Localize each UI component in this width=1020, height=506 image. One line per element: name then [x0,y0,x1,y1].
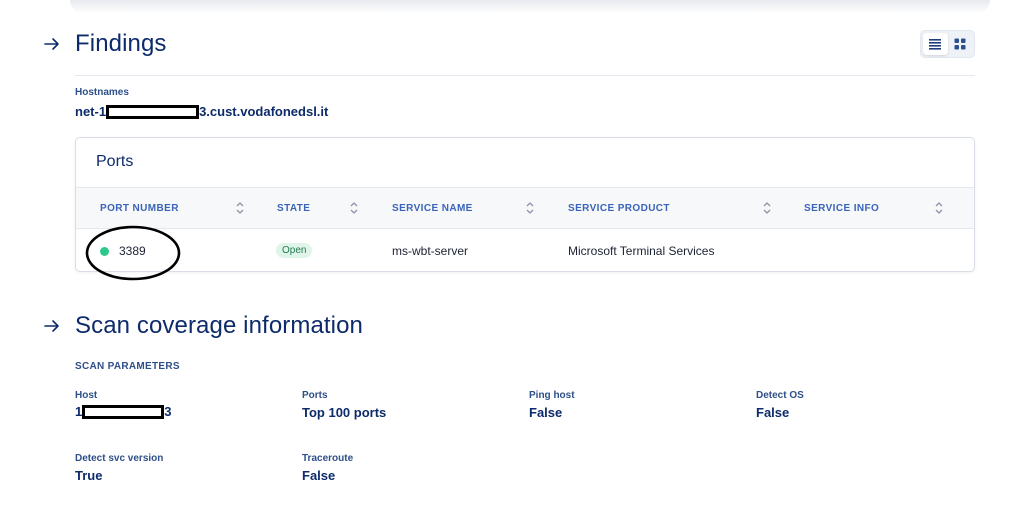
param-value: False [756,405,790,420]
port-number-cell: 3389 [119,244,146,258]
arrow-right-icon [44,320,59,332]
top-shadow [70,0,990,14]
service-product-cell: Microsoft Terminal Services [568,244,715,258]
view-toggle[interactable] [920,30,975,58]
param-value: 1 3 [75,404,171,419]
scan-coverage-heading: Scan coverage information [42,312,363,340]
col-state[interactable]: STATE [277,203,310,214]
findings-title: Findings [75,30,167,57]
param-label: Detect svc version [75,453,164,464]
scan-parameters-label: SCAN PARAMETERS [75,361,180,372]
table-row[interactable]: 3389 Open ms-wbt-server Microsoft Termin… [76,229,974,271]
scan-coverage-title: Scan coverage information [75,312,363,339]
status-dot-icon [100,247,109,256]
service-name-cell: ms-wbt-server [392,244,469,258]
state-badge: Open [276,243,313,258]
grid-view-icon [954,38,966,50]
section-divider [75,75,975,76]
host-suffix: 3 [164,404,172,419]
ports-table-header: PORT NUMBER STATE SERVICE NAME SERVICE P… [76,187,974,229]
param-value: Top 100 ports [302,405,387,420]
hostname-value: net-1 3.cust.vodafonedsl.it [75,104,328,119]
sort-icon[interactable] [235,201,245,215]
grid-view-button[interactable] [948,33,973,55]
col-port-number[interactable]: PORT NUMBER [100,203,179,214]
param-value: False [302,468,336,483]
sort-icon[interactable] [525,201,535,215]
arrow-right-icon [44,38,59,50]
param-value: True [75,468,103,483]
param-label: Ports [302,390,328,401]
host-prefix: 1 [75,404,83,419]
sort-icon[interactable] [934,201,944,215]
col-service-product[interactable]: SERVICE PRODUCT [568,203,670,214]
list-view-button[interactable] [923,33,948,55]
col-service-name[interactable]: SERVICE NAME [392,203,473,214]
param-label: Host [75,390,98,401]
hostname-suffix: 3.cust.vodafonedsl.it [199,104,329,119]
param-host: Host 1 3 [75,390,171,419]
param-label: Detect OS [756,390,804,401]
ports-title: Ports [96,153,134,170]
redaction-box [106,104,200,119]
param-label: Ping host [529,390,575,401]
param-ports: Ports Top 100 ports [302,390,386,422]
param-value: False [529,405,563,420]
list-view-icon [929,39,942,50]
param-detect-svc-version: Detect svc version True [75,453,163,485]
col-service-info[interactable]: SERVICE INFO [804,203,879,214]
param-traceroute: Traceroute False [302,453,353,485]
param-detect-os: Detect OS False [756,390,804,422]
ports-card: Ports PORT NUMBER STATE SERVICE NAME SER… [75,137,975,272]
sort-icon[interactable] [762,201,772,215]
sort-icon[interactable] [349,201,359,215]
param-label: Traceroute [302,453,354,464]
redaction-box [82,404,165,419]
hostnames-label: Hostnames [75,87,129,98]
param-ping-host: Ping host False [529,390,575,422]
hostname-prefix: net-1 [75,104,107,119]
findings-heading: Findings [42,30,167,58]
